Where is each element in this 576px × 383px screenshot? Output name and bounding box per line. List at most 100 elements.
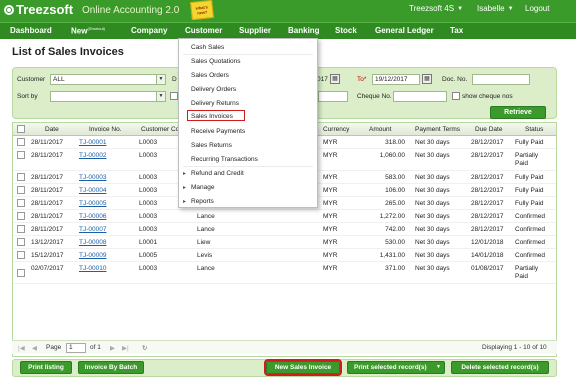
cell-currency: MYR [323, 200, 338, 207]
cell-invoice-link[interactable]: TJ-00006 [79, 213, 106, 220]
print-selected-button[interactable]: Print selected record(s) ▼ [347, 361, 445, 374]
show-cheque-checkbox[interactable] [452, 92, 460, 100]
nav-banking[interactable]: Banking [288, 26, 320, 35]
table-row[interactable]: 13/12/2017 TJ-00008 L0001 Liew MYR 530.0… [13, 236, 556, 249]
menu-item-delivery-returns[interactable]: Delivery Returns [191, 100, 239, 107]
select-all-checkbox[interactable] [17, 125, 25, 133]
cell-invoice-link[interactable]: TJ-00001 [79, 139, 106, 146]
col-payment-terms[interactable]: Payment Terms [415, 126, 460, 133]
menu-item-sales-invoices[interactable]: Sales Invoices [191, 113, 233, 120]
cell-currency: MYR [323, 252, 338, 259]
cell-invoice-link[interactable]: TJ-00004 [79, 187, 106, 194]
row-checkbox[interactable] [17, 251, 25, 259]
cell-invoice-link[interactable]: TJ-00005 [79, 200, 106, 207]
nav-new[interactable]: New(Shortcut) [71, 26, 105, 36]
invoice-by-batch-button[interactable]: Invoice By Batch [78, 361, 144, 374]
menu-item-reports[interactable]: Reports [183, 198, 214, 205]
new-sales-invoice-button[interactable]: New Sales Invoice [264, 359, 342, 376]
filter-partial-input[interactable] [318, 91, 348, 102]
col-date[interactable]: Date [45, 126, 59, 133]
nav-tax[interactable]: Tax [450, 26, 463, 35]
doc-no-input[interactable] [472, 74, 530, 85]
company-menu[interactable]: Treezsoft 4S ▼ [409, 4, 463, 13]
sort-by-label: Sort by [17, 93, 38, 100]
whats-new-badge[interactable]: what's new? [190, 0, 214, 21]
calendar-icon[interactable]: ▦ [422, 74, 432, 84]
cell-date: 28/11/2017 [31, 139, 64, 146]
menu-item-manage[interactable]: Manage [183, 184, 214, 191]
table-row[interactable]: 28/11/2017 TJ-00006 L0003 Lance MYR 1,27… [13, 210, 556, 223]
cell-invoice-link[interactable]: TJ-00010 [79, 265, 106, 272]
display-count: Displaying 1 - 10 of 10 [482, 344, 547, 351]
menu-item-recurring-transactions[interactable]: Recurring Transactions [191, 156, 258, 163]
col-customer-code[interactable]: Customer Co [141, 126, 179, 133]
cell-invoice-link[interactable]: TJ-00008 [79, 239, 106, 246]
date-from-value: 017 [317, 76, 328, 83]
menu-item-refund-and-credit[interactable]: Refund and Credit [183, 170, 244, 177]
cell-terms: Net 30 days [415, 152, 450, 159]
last-page-icon[interactable]: ▶| [122, 344, 129, 352]
menu-item-receive-payments[interactable]: Receive Payments [191, 128, 245, 135]
delete-selected-button[interactable]: Delete selected record(s) [451, 361, 549, 374]
col-currency[interactable]: Currency [323, 126, 349, 133]
retrieve-button[interactable]: Retrieve [490, 106, 546, 119]
row-checkbox[interactable] [17, 269, 25, 277]
cell-due-date: 28/12/2017 [471, 152, 504, 159]
cell-status: Partially [515, 152, 539, 159]
nav-customer[interactable]: Customer [185, 26, 222, 35]
cell-status: Fully Paid [515, 174, 544, 181]
to-date-input[interactable]: 19/12/2017 [372, 74, 420, 85]
nav-dashboard[interactable]: Dashboard [10, 26, 52, 35]
col-amount[interactable]: Amount [369, 126, 391, 133]
page-number-input[interactable]: 1 [66, 343, 86, 353]
logout-link[interactable]: Logout [525, 4, 549, 13]
menu-item-sales-quotations[interactable]: Sales Quotations [191, 58, 241, 65]
col-invoice-no[interactable]: Invoice No. [89, 126, 122, 133]
cell-status: Confirmed [515, 239, 545, 246]
refresh-icon[interactable]: ↻ [142, 344, 147, 352]
sort-desc-checkbox[interactable] [170, 92, 178, 100]
next-page-icon[interactable]: ▶ [110, 344, 115, 352]
customer-select[interactable]: ALL ▼ [50, 74, 166, 85]
cell-date: 13/12/2017 [31, 239, 64, 246]
cell-invoice-link[interactable]: TJ-00009 [79, 252, 106, 259]
prev-page-icon[interactable]: ◀ [32, 344, 37, 352]
nav-general-ledger[interactable]: General Ledger [375, 26, 434, 35]
cell-status: Partially [515, 265, 539, 272]
col-status[interactable]: Status [525, 126, 543, 133]
menu-item-delivery-orders[interactable]: Delivery Orders [191, 86, 236, 93]
cell-invoice-link[interactable]: TJ-00007 [79, 226, 106, 233]
menu-item-cash-sales[interactable]: Cash Sales [191, 44, 224, 51]
row-checkbox[interactable] [17, 138, 25, 146]
cell-customer-name: Lance [197, 265, 215, 272]
sort-by-select[interactable]: ▼ [50, 91, 166, 102]
nav-stock[interactable]: Stock [335, 26, 357, 35]
print-listing-button[interactable]: Print listing [20, 361, 72, 374]
table-row[interactable]: 28/11/2017 TJ-00007 L0003 Lance MYR 742.… [13, 223, 556, 236]
row-checkbox[interactable] [17, 186, 25, 194]
table-row[interactable]: 02/07/2017 TJ-00010 L0003 Lance MYR 371.… [13, 262, 556, 284]
row-checkbox[interactable] [17, 151, 25, 159]
treezsoft-logo[interactable]: Treezsoft [4, 2, 73, 17]
col-due-date[interactable]: Due Date [475, 126, 502, 133]
user-menu[interactable]: Isabelle ▼ [477, 4, 514, 13]
table-row[interactable]: 15/12/2017 TJ-00009 L0005 Levis MYR 1,43… [13, 249, 556, 262]
row-checkbox[interactable] [17, 238, 25, 246]
nav-company[interactable]: Company [131, 26, 167, 35]
row-checkbox[interactable] [17, 212, 25, 220]
first-page-icon[interactable]: |◀ [18, 344, 25, 352]
menu-item-sales-orders[interactable]: Sales Orders [191, 72, 229, 79]
cheque-no-input[interactable] [393, 91, 447, 102]
cell-due-date: 14/01/2018 [471, 252, 504, 259]
cell-amount: 583.00 [385, 174, 405, 181]
row-checkbox[interactable] [17, 225, 25, 233]
calendar-icon[interactable]: ▦ [330, 74, 340, 84]
cell-invoice-link[interactable]: TJ-00002 [79, 152, 106, 159]
page-of-label: of 1 [90, 344, 101, 351]
cell-invoice-link[interactable]: TJ-00003 [79, 174, 106, 181]
menu-item-sales-returns[interactable]: Sales Returns [191, 142, 232, 149]
cell-customer-code: L0003 [139, 213, 158, 220]
nav-supplier[interactable]: Supplier [239, 26, 271, 35]
row-checkbox[interactable] [17, 199, 25, 207]
row-checkbox[interactable] [17, 173, 25, 181]
